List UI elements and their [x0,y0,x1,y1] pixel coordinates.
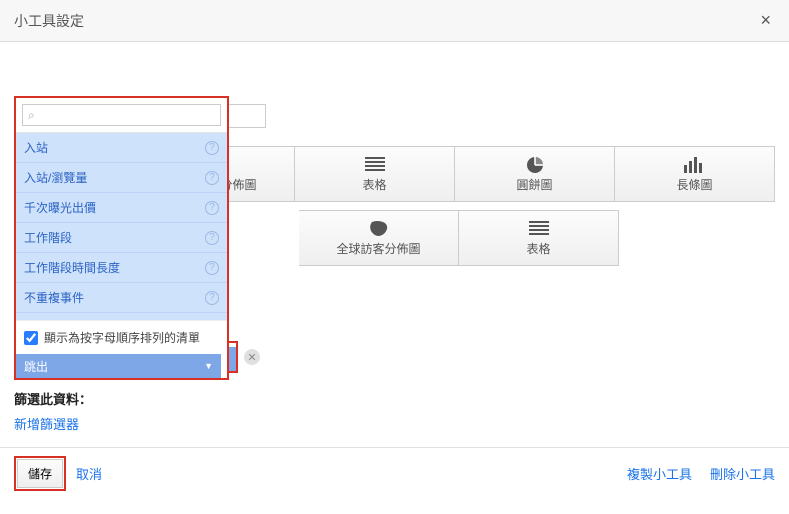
metric-option[interactable]: 入站/瀏覽量? [16,163,227,193]
chart-tile-label: 圓餅圖 [516,176,552,193]
table-icon [528,220,550,238]
chart-tile-pie[interactable]: 圓餅圖 [455,146,615,202]
help-icon[interactable]: ? [205,171,219,185]
chart-tile-table-2[interactable]: 表格 [459,210,619,266]
cancel-link[interactable]: 取消 [76,464,102,483]
metric-option-label: 不重複的社交動作 [24,319,120,320]
filter-section-label: 篩選此資料： [14,389,775,408]
chart-tile-table[interactable]: 表格 [295,146,455,202]
metric-option-label: 入站 [24,139,48,156]
help-icon[interactable]: ? [205,201,219,215]
save-button[interactable]: 儲存 [17,459,63,488]
metric-option-label: 千次曝光出價 [24,199,96,216]
copy-widget-link[interactable]: 複製小工具 [627,464,692,483]
dialog-footer: 儲存 取消 複製小工具 刪除小工具 [0,447,789,503]
help-icon[interactable]: ? [205,231,219,245]
bar-icon [684,156,706,174]
chart-tile-label: 全球訪客分佈圖 [336,240,420,257]
clear-compare-icon[interactable]: ✕ [244,349,260,365]
chart-tile-bar[interactable]: 長條圖 [615,146,775,202]
help-icon[interactable]: ? [205,141,219,155]
alpha-sort-label: 顯示為按字母順序排列的清單 [44,329,200,346]
metric-selected-field[interactable]: 跳出 ▼ [16,354,221,378]
delete-widget-link[interactable]: 刪除小工具 [710,464,775,483]
pie-icon [524,156,546,174]
help-icon[interactable]: ? [205,291,219,305]
metric-option[interactable]: 不重複事件? [16,283,227,313]
metric-option[interactable]: 工作階段? [16,223,227,253]
metric-option[interactable]: 入站? [16,133,227,163]
metric-option-label: 工作階段 [24,229,72,246]
chart-tile-label: 表格 [362,176,386,193]
metric-dropdown-panel: ⌕ 入站? 入站/瀏覽量? 千次曝光出價? 工作階段? 工作階段時間長度? 不重… [14,96,229,380]
metric-selected-label: 跳出 [24,358,48,375]
save-button-highlight: 儲存 [14,456,66,491]
chevron-down-icon: ▼ [204,361,213,371]
metric-search-input[interactable] [22,104,221,126]
metric-option[interactable]: 千次曝光出價? [16,193,227,223]
table-icon [364,156,386,174]
map-icon [368,220,390,238]
alpha-sort-checkbox[interactable] [24,331,38,345]
alpha-sort-row: 顯示為按字母順序排列的清單 [16,320,227,354]
chart-tile-geo-2[interactable]: 全球訪客分佈圖 [299,210,459,266]
metric-option-label: 工作階段時間長度 [24,259,120,276]
metric-option-label: 不重複事件 [24,289,84,306]
help-icon[interactable]: ? [205,261,219,275]
dialog-title: 小工具設定 [14,11,84,31]
metric-option[interactable]: 不重複的社交動作? [16,313,227,320]
metric-option[interactable]: 工作階段時間長度? [16,253,227,283]
chart-tile-label: 表格 [526,240,550,257]
dialog-header: 小工具設定 × [0,0,789,42]
close-icon[interactable]: × [756,10,775,31]
chart-tile-label: 長條圖 [676,176,712,193]
metric-option-list[interactable]: 入站? 入站/瀏覽量? 千次曝光出價? 工作階段? 工作階段時間長度? 不重複事… [16,132,227,320]
metric-option-label: 入站/瀏覽量 [24,169,87,186]
add-filter-link[interactable]: 新增篩選器 [14,414,79,433]
